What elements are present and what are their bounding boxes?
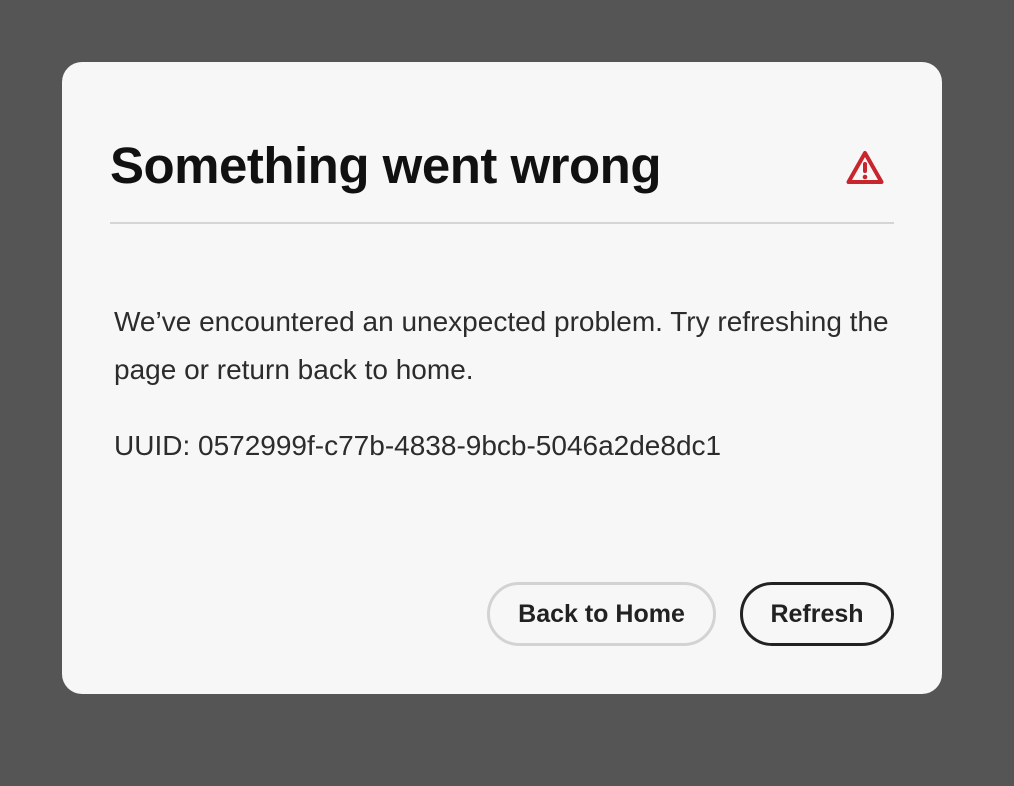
back-to-home-button[interactable]: Back to Home (487, 582, 716, 646)
dialog-header: Something went wrong (110, 136, 894, 224)
alert-triangle-icon (846, 150, 884, 186)
error-uuid: UUID: 0572999f-c77b-4838-9bcb-5046a2de8d… (114, 430, 722, 461)
error-message: We’ve encountered an unexpected problem.… (114, 306, 889, 385)
error-dialog: Something went wrong We’ve encountered a… (62, 62, 942, 694)
refresh-button[interactable]: Refresh (740, 582, 894, 646)
dialog-title: Something went wrong (110, 137, 661, 194)
